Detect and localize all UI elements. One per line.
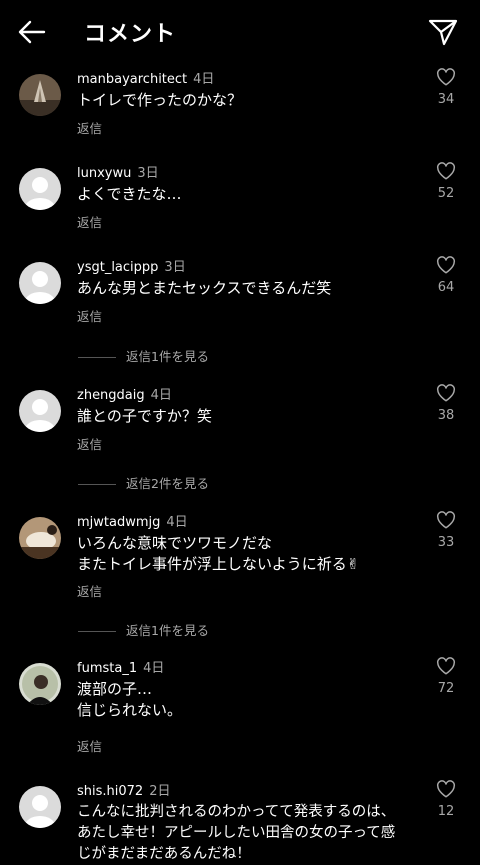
avatar[interactable]: [19, 517, 61, 559]
username[interactable]: lunxywu: [77, 166, 131, 181]
like-button[interactable]: 64: [430, 256, 462, 295]
like-count: 64: [437, 280, 455, 295]
like-button[interactable]: 72: [430, 657, 462, 696]
heart-icon: [437, 657, 455, 675]
view-replies-button[interactable]: 返信2件を見る: [78, 473, 209, 492]
like-count: 12: [437, 804, 455, 819]
back-arrow-icon[interactable]: [16, 18, 48, 46]
comment-meta: manbayarchitect 4日: [77, 68, 214, 87]
heart-icon: [437, 384, 455, 402]
avatar[interactable]: [19, 390, 61, 432]
comment-time: 4日: [143, 661, 165, 676]
like-button[interactable]: 33: [430, 511, 462, 550]
like-count: 33: [437, 535, 455, 550]
comment-text: 誰との子ですか？笑: [77, 407, 212, 425]
heart-icon: [437, 780, 455, 798]
divider-line: [78, 357, 116, 358]
view-replies-label: 返信1件を見る: [126, 623, 209, 638]
heart-icon: [437, 162, 455, 180]
comment-time: 3日: [137, 166, 159, 181]
avatar[interactable]: [19, 663, 61, 705]
like-button[interactable]: 34: [430, 68, 462, 107]
avatar[interactable]: [19, 262, 61, 304]
avatar[interactable]: [19, 786, 61, 828]
like-button[interactable]: 38: [430, 384, 462, 423]
reply-button[interactable]: 返信: [77, 736, 102, 755]
comment-text: トイレで作ったのかな？: [77, 91, 243, 109]
like-count: 72: [437, 681, 455, 696]
comment-time: 4日: [150, 388, 172, 403]
divider-line: [78, 484, 116, 485]
username[interactable]: fumsta_1: [77, 661, 137, 676]
reply-button[interactable]: 返信: [77, 434, 102, 453]
reply-button[interactable]: 返信: [77, 118, 102, 137]
username[interactable]: manbayarchitect: [77, 72, 187, 87]
comment-meta: ysgt_lacippp 3日: [77, 256, 186, 275]
like-count: 34: [437, 92, 455, 107]
divider-line: [78, 631, 116, 632]
like-button[interactable]: 12: [430, 780, 462, 819]
comment-text: 渡部の子… 信じられない。: [77, 680, 183, 719]
like-count: 38: [437, 408, 455, 423]
comment-time: 3日: [164, 260, 186, 275]
like-button[interactable]: 52: [430, 162, 462, 201]
view-replies-label: 返信1件を見る: [126, 349, 209, 364]
comment-meta: mjwtadwmjg 4日: [77, 511, 188, 530]
comment-meta: zhengdaig 4日: [77, 384, 172, 403]
page-title: コメント: [84, 22, 177, 47]
heart-icon: [437, 511, 455, 529]
username[interactable]: mjwtadwmjg: [77, 515, 160, 530]
reply-button[interactable]: 返信: [77, 212, 102, 231]
view-replies-label: 返信2件を見る: [126, 476, 209, 491]
comment-text: よくできたな…: [77, 185, 182, 203]
reply-button[interactable]: 返信: [77, 581, 102, 600]
comment-text: いろんな意味でツワモノだな またトイレ事件が浮上しないように祈る✌: [77, 534, 360, 573]
username[interactable]: ysgt_lacippp: [77, 260, 158, 275]
header-bar: コメント: [0, 0, 480, 64]
username[interactable]: zhengdaig: [77, 388, 145, 403]
comment-text: あんな男とまたセックスできるんだ笑: [77, 279, 332, 297]
username[interactable]: shis.hi072: [77, 784, 143, 799]
reply-button[interactable]: 返信: [77, 306, 102, 325]
view-replies-button[interactable]: 返信1件を見る: [78, 346, 209, 365]
avatar[interactable]: [19, 168, 61, 210]
comment-meta: fumsta_1 4日: [77, 657, 164, 676]
comment-time: 2日: [149, 784, 171, 799]
heart-icon: [437, 256, 455, 274]
comment-time: 4日: [193, 72, 215, 87]
comment-meta: shis.hi072 2日: [77, 780, 170, 799]
view-replies-button[interactable]: 返信1件を見る: [78, 620, 209, 639]
avatar[interactable]: [19, 74, 61, 116]
send-icon[interactable]: [428, 18, 458, 46]
comment-meta: lunxywu 3日: [77, 162, 159, 181]
heart-icon: [437, 68, 455, 86]
like-count: 52: [437, 186, 455, 201]
comment-time: 4日: [166, 515, 188, 530]
